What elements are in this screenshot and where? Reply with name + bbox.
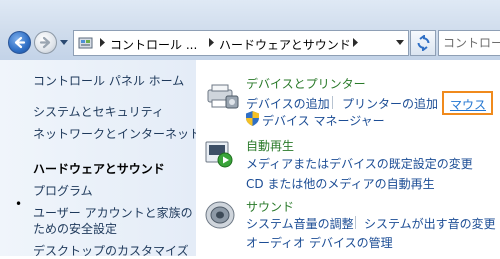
breadcrumb-hardware-sound[interactable]: ハードウェアとサウンド: [219, 36, 351, 53]
nav-network-internet[interactable]: ネットワークとインターネット: [33, 125, 201, 142]
category-title-autoplay[interactable]: 自動再生: [246, 137, 294, 154]
highlight-frame: マウス: [442, 91, 493, 115]
search-box[interactable]: [438, 30, 500, 56]
nav-family-safety[interactable]: ための安全設定: [33, 220, 117, 237]
address-history-dropdown-icon[interactable]: [396, 40, 404, 46]
forward-button[interactable]: [34, 31, 57, 54]
nav-user-accounts[interactable]: ユーザー アカウントと家族の: [33, 204, 193, 221]
link-separator: [355, 216, 356, 229]
nav-hardware-sound: ハードウェアとサウンド: [33, 162, 165, 176]
search-input[interactable]: [443, 33, 500, 53]
left-navigation-pane: コントロール パネル ホーム システムとセキュリティ ネットワークとインターネッ…: [0, 60, 201, 259]
uac-shield-icon: [246, 111, 259, 126]
back-arrow-icon: [14, 36, 26, 49]
speaker-icon[interactable]: [204, 200, 236, 230]
link-add-printer[interactable]: プリンターの追加: [342, 95, 438, 112]
link-separator: [332, 96, 333, 109]
link-change-default-media-settings[interactable]: メディアまたはデバイスの既定設定の変更: [246, 155, 473, 172]
link-mouse[interactable]: マウス: [450, 96, 491, 113]
nav-programs[interactable]: プログラム: [33, 182, 93, 199]
chevron-right-icon[interactable]: [207, 37, 216, 48]
navigation-bar: コントロール ... ハードウェアとサウンド: [0, 0, 500, 60]
recent-pages-dropdown-icon[interactable]: [60, 38, 68, 46]
link-add-device[interactable]: デバイスの追加: [246, 95, 330, 112]
link-manage-audio-devices[interactable]: オーディオ デバイスの管理: [246, 234, 393, 251]
category-title-devices-printers[interactable]: デバイスとプリンター: [246, 75, 366, 92]
chevron-right-icon[interactable]: [351, 37, 360, 48]
control-panel-icon: [78, 37, 93, 49]
category-title-sound[interactable]: サウンド: [246, 198, 294, 215]
link-change-system-sounds[interactable]: システムが出す音の変更: [364, 215, 496, 232]
address-box[interactable]: コントロール ... ハードウェアとサウンド: [73, 30, 409, 56]
devices-printers-icon[interactable]: [204, 82, 240, 112]
refresh-icon: [417, 35, 430, 51]
nav-control-panel-home[interactable]: コントロール パネル ホーム: [33, 72, 184, 89]
link-adjust-system-volume[interactable]: システム音量の調整: [246, 215, 354, 232]
link-autoplay-cd[interactable]: CD または他のメディアの自動再生: [246, 175, 435, 192]
nav-system-security[interactable]: システムとセキュリティ: [33, 103, 164, 120]
back-button[interactable]: [8, 31, 31, 54]
current-item-bullet: •: [15, 197, 23, 211]
refresh-button[interactable]: [410, 30, 436, 56]
link-device-manager[interactable]: デバイス マネージャー: [262, 112, 385, 129]
category-content: デバイスとプリンター デバイスの追加 プリンターの追加 マウス デバイス マネー…: [196, 60, 500, 256]
nav-desktop-customization[interactable]: デスクトップのカスタマイズ: [33, 242, 189, 259]
breadcrumb-control-panel[interactable]: コントロール ...: [110, 36, 197, 53]
forward-arrow-icon: [39, 36, 51, 49]
autoplay-icon[interactable]: [204, 140, 234, 168]
chevron-right-icon[interactable]: [98, 37, 107, 48]
